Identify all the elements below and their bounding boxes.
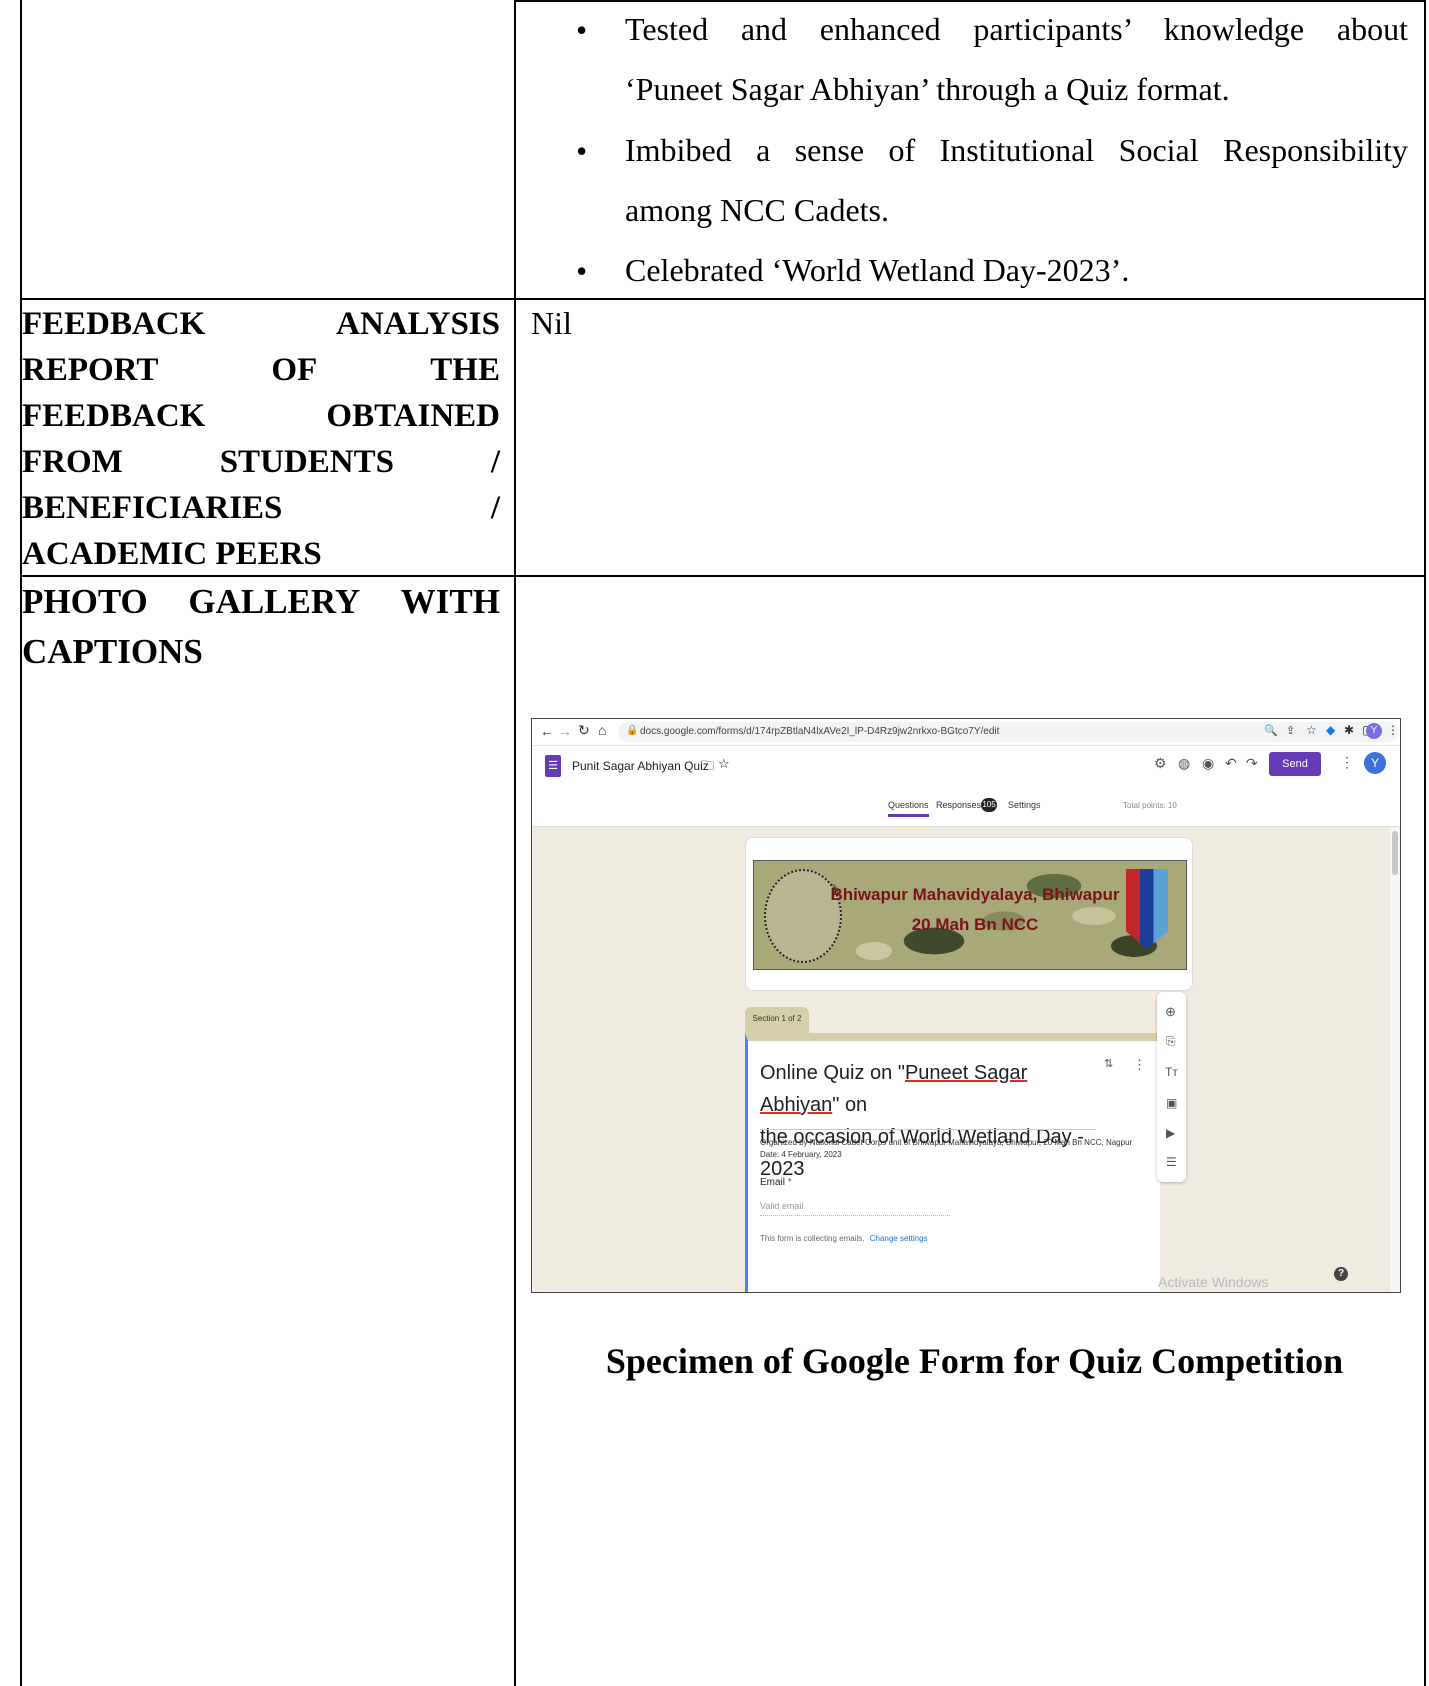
form-header: ☰ Punit Sagar Abhiyan Quiz 🗀 ☆ ⚙ ◍ ◉ ↶ ↷… <box>532 746 1400 827</box>
add-image-icon[interactable]: ▣ <box>1166 1096 1177 1110</box>
collapse-icon[interactable]: ⇅ <box>1104 1057 1113 1070</box>
row-divider-1 <box>20 298 1426 300</box>
outcome-item-1: Tested and enhanced participants’ knowle… <box>625 11 1408 107</box>
ncc-flag-emblem <box>1126 869 1168 949</box>
floating-toolbar: ⊕ ⎘ Tт ▣ ▶ ☰ <box>1157 992 1186 1182</box>
email-label: Email * <box>760 1177 792 1188</box>
scrollbar[interactable] <box>1390 827 1400 1292</box>
back-arrow-icon[interactable]: ← <box>540 723 554 739</box>
address-bar[interactable]: 🔒 docs.google.com/forms/d/174rpZBtlaN4lx… <box>618 722 1398 742</box>
zoom-icon[interactable]: 🔍 <box>1264 724 1278 737</box>
banner-title: Bhiwapur Mahavidyalaya, Bhiwapur <box>830 885 1120 904</box>
change-settings-link[interactable]: Change settings <box>870 1234 928 1243</box>
google-form-screenshot: ← → ↻ ⌂ 🔒 docs.google.com/forms/d/174rpZ… <box>531 718 1401 1293</box>
palette-icon[interactable]: ◍ <box>1178 755 1190 772</box>
table-right-border <box>1424 0 1426 1686</box>
outcome-item-2: Imbibed a sense of Institutional Social … <box>625 132 1408 228</box>
preview-eye-icon[interactable]: ◉ <box>1202 755 1214 772</box>
activate-windows-watermark: Activate Windows <box>1158 1274 1269 1290</box>
email-input[interactable]: Valid email <box>760 1201 950 1216</box>
form-title[interactable]: Punit Sagar Abhiyan Quiz <box>572 759 709 773</box>
banner-image: Bhiwapur Mahavidyalaya, Bhiwapur 20 Mah … <box>753 860 1187 970</box>
folder-icon[interactable]: 🗀 <box>701 757 714 779</box>
help-icon[interactable]: ? <box>1334 1267 1348 1281</box>
browser-toolbar: ← → ↻ ⌂ 🔒 docs.google.com/forms/d/174rpZ… <box>532 719 1400 746</box>
add-title-icon[interactable]: Tт <box>1165 1065 1178 1079</box>
add-video-icon[interactable]: ▶ <box>1166 1126 1175 1140</box>
tab-questions[interactable]: Questions <box>888 800 929 817</box>
gallery-caption: Specimen of Google Form for Quiz Competi… <box>605 1341 1344 1381</box>
form-canvas: Bhiwapur Mahavidyalaya, Bhiwapur 20 Mah … <box>532 827 1400 1292</box>
bullet-dot: • <box>576 253 588 289</box>
bullet-dot: • <box>576 133 588 169</box>
outcome-item-3: Celebrated ‘World Wetland Day-2023’. <box>625 252 1130 288</box>
banner-card: Bhiwapur Mahavidyalaya, Bhiwapur 20 Mah … <box>745 837 1193 991</box>
undo-icon[interactable]: ↶ <box>1225 755 1237 772</box>
form-header-card: Online Quiz on "Puneet Sagar Abhiyan" on… <box>745 1033 1160 1292</box>
url-text: docs.google.com/forms/d/174rpZBtlaN4lxAV… <box>640 726 1000 737</box>
puzzle-icon[interactable]: ✱ <box>1344 723 1354 737</box>
profile-avatar-small[interactable]: Y <box>1366 723 1382 739</box>
table-middle-border <box>514 0 516 1686</box>
forms-logo-icon: ☰ <box>545 755 561 777</box>
section-tab: Section 1 of 2 <box>745 1007 809 1033</box>
tab-settings[interactable]: Settings <box>1008 800 1041 810</box>
lock-icon: 🔒 <box>626 725 639 736</box>
banner-subtitle: 20 Mah Bn NCC <box>911 915 1039 934</box>
addon-icon[interactable]: ⚙ <box>1154 755 1167 772</box>
share-icon[interactable]: ⇪ <box>1286 724 1295 737</box>
profile-avatar[interactable]: Y <box>1364 752 1386 774</box>
send-button[interactable]: Send <box>1269 752 1321 776</box>
import-questions-icon[interactable]: ⎘ <box>1166 1034 1176 1049</box>
more-options-icon[interactable]: ⋮ <box>1340 754 1354 771</box>
total-points: Total points: 10 <box>1123 801 1177 810</box>
bullet-dot: • <box>576 12 588 48</box>
star-icon[interactable]: ☆ <box>1306 723 1317 737</box>
reload-icon[interactable]: ↻ <box>578 722 590 739</box>
tab-responses[interactable]: Responses <box>936 800 981 810</box>
quiz-title[interactable]: Online Quiz on "Puneet Sagar Abhiyan" on… <box>760 1057 1110 1185</box>
collecting-emails-note: This form is collecting emails. Change s… <box>760 1234 928 1243</box>
form-description[interactable]: Organized by National Cadet Corps unit o… <box>760 1137 1148 1161</box>
responses-count-badge: 105 <box>981 798 997 812</box>
card-menu-icon[interactable]: ⋮ <box>1133 1057 1146 1073</box>
feedback-value: Nil <box>531 305 572 341</box>
add-question-icon[interactable]: ⊕ <box>1165 1004 1176 1020</box>
forward-arrow-icon[interactable]: → <box>558 723 572 739</box>
table-top-border <box>514 0 1426 2</box>
redo-icon[interactable]: ↷ <box>1246 755 1258 772</box>
add-section-icon[interactable]: ☰ <box>1166 1155 1177 1169</box>
title-underline <box>760 1129 1096 1130</box>
home-icon[interactable]: ⌂ <box>598 722 606 738</box>
table-left-border <box>20 0 22 1686</box>
browser-menu-icon[interactable]: ⋮ <box>1387 723 1399 737</box>
extension-icon[interactable]: ◆ <box>1326 723 1335 737</box>
scrollbar-thumb[interactable] <box>1392 831 1398 875</box>
star-icon[interactable]: ☆ <box>718 756 730 772</box>
